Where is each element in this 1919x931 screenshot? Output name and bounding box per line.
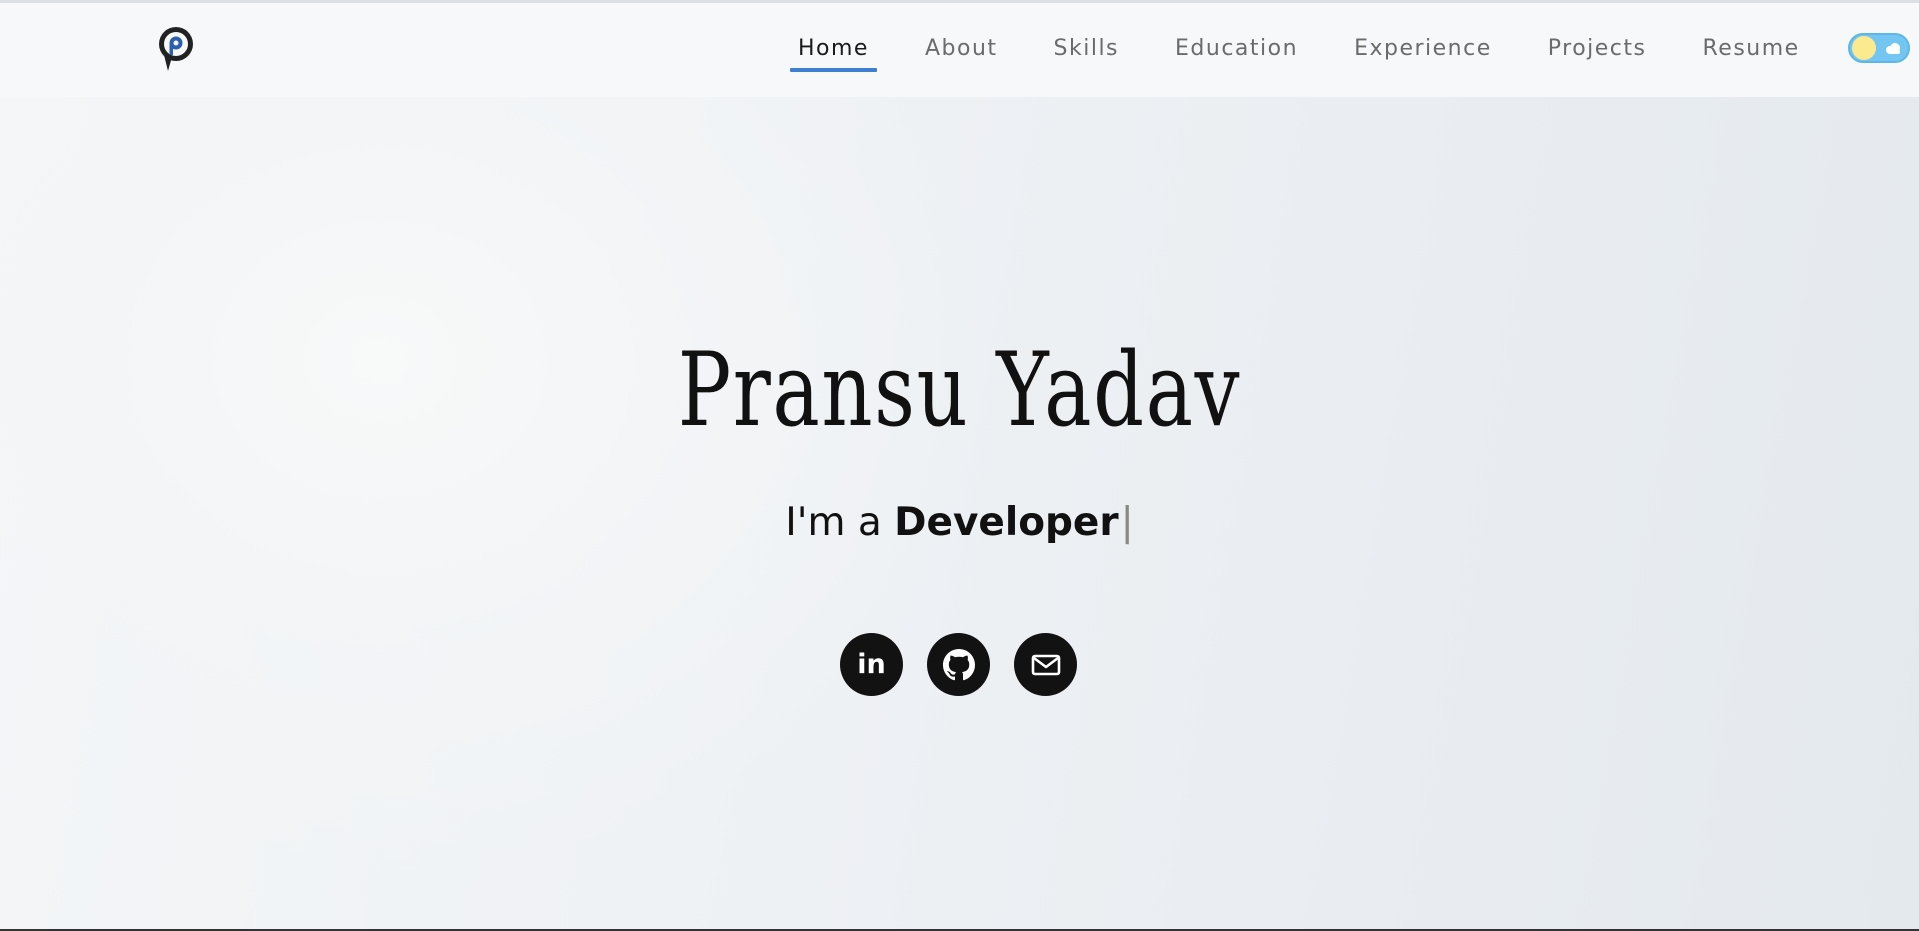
tagline-prefix: I'm a bbox=[785, 500, 895, 545]
linkedin-icon: in bbox=[857, 649, 886, 680]
hero-tagline: I'm a Developer| bbox=[0, 500, 1919, 545]
nav-projects[interactable]: Projects bbox=[1540, 32, 1655, 65]
nav-education[interactable]: Education bbox=[1167, 32, 1306, 65]
theme-toggle[interactable] bbox=[1847, 33, 1910, 63]
navbar: Home About Skills Education Experience P… bbox=[0, 3, 1919, 97]
nav-skills[interactable]: Skills bbox=[1046, 32, 1128, 65]
social-links: in bbox=[840, 633, 1077, 696]
linkedin-button[interactable]: in bbox=[840, 633, 903, 696]
nav-experience[interactable]: Experience bbox=[1346, 32, 1500, 65]
cloud-icon bbox=[1885, 43, 1900, 54]
nav-about[interactable]: About bbox=[917, 32, 1006, 65]
nav-resume[interactable]: Resume bbox=[1694, 32, 1807, 65]
mail-icon bbox=[1031, 654, 1060, 675]
github-button[interactable] bbox=[927, 633, 990, 696]
sun-icon bbox=[1851, 36, 1876, 60]
tagline-role: Developer bbox=[894, 500, 1119, 545]
typing-caret: | bbox=[1120, 500, 1134, 545]
main-nav: Home About Skills Education Experience P… bbox=[790, 23, 1910, 73]
email-button[interactable] bbox=[1014, 633, 1077, 696]
logo-p-icon[interactable] bbox=[154, 23, 198, 73]
hero-name: Pransu Yadav bbox=[677, 331, 1242, 450]
github-icon bbox=[942, 648, 975, 680]
nav-home[interactable]: Home bbox=[790, 32, 877, 72]
